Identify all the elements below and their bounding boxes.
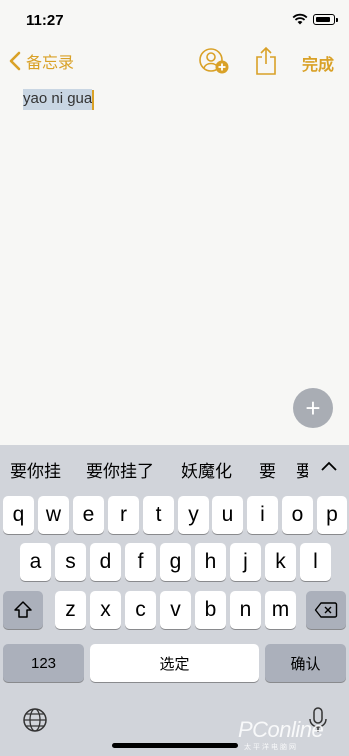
done-button[interactable]: 完成	[302, 51, 334, 75]
key-s[interactable]: s	[55, 543, 86, 581]
key-g[interactable]: g	[160, 543, 191, 581]
delete-key[interactable]	[306, 591, 346, 629]
chevron-up-icon	[320, 461, 337, 471]
status-time: 11:27	[26, 12, 64, 29]
candidate-item[interactable]: 要你挂	[10, 457, 61, 482]
chevron-left-icon	[9, 51, 21, 71]
note-body-text[interactable]: yao ni gua	[23, 89, 93, 110]
candidate-item[interactable]: 要	[259, 457, 276, 482]
key-t[interactable]: t	[143, 496, 174, 534]
expand-candidates-button[interactable]	[308, 445, 349, 487]
key-i[interactable]: i	[247, 496, 278, 534]
key-z[interactable]: z	[55, 591, 86, 629]
key-n[interactable]: n	[230, 591, 261, 629]
backspace-icon	[314, 602, 338, 618]
numbers-key[interactable]: 123	[3, 644, 84, 682]
text-cursor	[92, 90, 94, 110]
key-r[interactable]: r	[108, 496, 139, 534]
candidate-item[interactable]: 妖魔化	[181, 457, 232, 482]
watermark-subtitle: 太平洋电脑网	[244, 744, 298, 751]
key-k[interactable]: k	[265, 543, 296, 581]
key-a[interactable]: a	[20, 543, 51, 581]
share-icon[interactable]	[254, 46, 278, 76]
key-h[interactable]: h	[195, 543, 226, 581]
keyboard: 要你挂 要你挂了 妖魔化 要 要 q w e r t y u i o p a s…	[0, 445, 349, 756]
candidate-bar: 要你挂 要你挂了 妖魔化 要 要	[0, 445, 349, 487]
home-indicator	[112, 743, 238, 748]
back-button[interactable]: 备忘录	[8, 48, 74, 74]
key-p[interactable]: p	[317, 496, 347, 534]
key-d[interactable]: d	[90, 543, 121, 581]
plus-icon: +	[305, 393, 321, 423]
key-b[interactable]: b	[195, 591, 226, 629]
watermark-logo: PConline	[238, 717, 324, 742]
wifi-icon	[292, 13, 308, 25]
return-key[interactable]: 确认	[265, 644, 346, 682]
key-x[interactable]: x	[90, 591, 121, 629]
key-e[interactable]: e	[73, 496, 104, 534]
key-c[interactable]: c	[125, 591, 156, 629]
key-o[interactable]: o	[282, 496, 313, 534]
key-q[interactable]: q	[3, 496, 34, 534]
key-j[interactable]: j	[230, 543, 261, 581]
key-w[interactable]: w	[38, 496, 69, 534]
back-label: 备忘录	[26, 55, 75, 72]
shift-key[interactable]	[3, 591, 43, 629]
key-y[interactable]: y	[178, 496, 209, 534]
key-l[interactable]: l	[300, 543, 331, 581]
candidate-item[interactable]: 要你挂了	[86, 457, 154, 482]
battery-icon	[313, 14, 338, 25]
key-v[interactable]: v	[160, 591, 191, 629]
globe-icon[interactable]	[22, 707, 48, 733]
key-m[interactable]: m	[265, 591, 296, 629]
shift-icon	[14, 601, 32, 618]
add-people-icon[interactable]	[199, 47, 229, 75]
status-bar: 11:27	[0, 0, 349, 40]
key-u[interactable]: u	[212, 496, 243, 534]
key-f[interactable]: f	[125, 543, 156, 581]
add-button[interactable]: +	[293, 388, 333, 428]
space-key[interactable]: 选定	[90, 644, 259, 682]
